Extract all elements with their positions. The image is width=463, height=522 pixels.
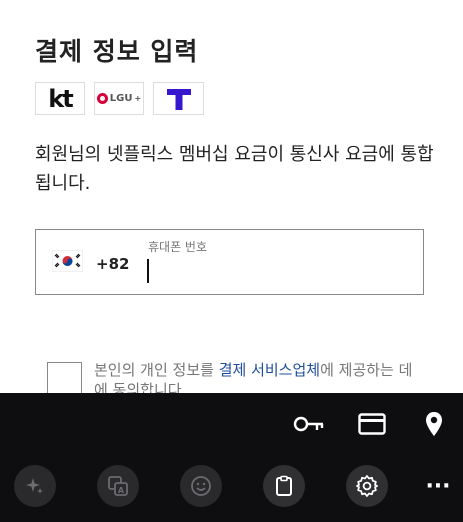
skt-t-icon — [166, 88, 191, 110]
carrier-skt-logo — [153, 82, 204, 115]
translate-button[interactable]: A — [97, 465, 139, 507]
korea-flag-icon — [52, 250, 83, 272]
clipboard-button[interactable] — [263, 465, 305, 507]
lgu-logo-text: LGU — [109, 93, 133, 104]
settings-icon — [356, 475, 378, 497]
svg-text:A: A — [118, 486, 125, 495]
sparkle-icon — [26, 478, 43, 494]
clipboard-icon — [276, 475, 292, 496]
settings-button[interactable] — [346, 465, 388, 507]
lgu-plus-mark: + — [134, 94, 142, 103]
emoji-icon — [191, 476, 211, 496]
lgu-logo-group: LGU + — [96, 93, 142, 104]
kt-logo-text: kt — [48, 84, 73, 113]
carrier-logos: kt LGU + — [35, 82, 204, 115]
phone-field-label: 휴대폰 번호 — [148, 240, 208, 254]
lgu-circle-icon — [96, 93, 108, 104]
carrier-kt-logo: kt — [35, 82, 85, 115]
more-icon[interactable]: ··· — [420, 473, 456, 499]
page-title: 결제 정보 입력 — [35, 37, 199, 66]
emoji-button[interactable] — [180, 465, 222, 507]
consent-checkbox[interactable] — [47, 362, 82, 397]
country-code[interactable]: +82 — [96, 255, 129, 273]
sparkle-button[interactable] — [14, 465, 56, 507]
location-pin-icon[interactable] — [418, 407, 450, 441]
payment-provider-link[interactable]: 결제 서비스업체 — [219, 361, 320, 379]
key-icon[interactable] — [291, 409, 327, 439]
card-icon[interactable] — [354, 409, 390, 439]
keyboard-toolbar: A ··· — [0, 393, 463, 522]
translate-icon: A — [108, 476, 128, 496]
phone-input-box[interactable]: +82 휴대폰 번호 — [35, 229, 424, 295]
description-text: 회원님의 넷플릭스 멤버십 요금이 통신사 요금에 통합됩니다. — [35, 144, 434, 194]
consent-text-before: 본인의 개인 정보를 — [94, 361, 219, 379]
carrier-lgu-logo: LGU + — [94, 82, 144, 115]
text-cursor — [147, 259, 149, 283]
